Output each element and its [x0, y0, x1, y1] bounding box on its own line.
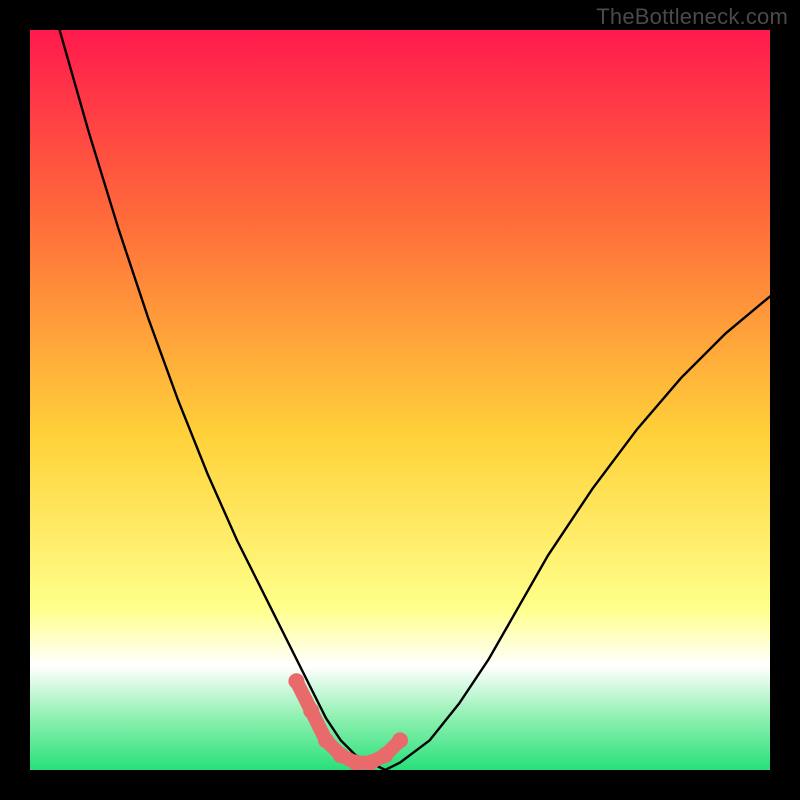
chart-container: TheBottleneck.com [0, 0, 800, 800]
watermark-text: TheBottleneck.com [596, 4, 788, 30]
gradient-background [30, 30, 770, 770]
min-marker-dot [318, 732, 334, 748]
min-marker-dot [362, 755, 378, 770]
min-marker-dot [333, 747, 349, 763]
min-marker-dot [303, 703, 319, 719]
min-marker-dot [392, 732, 408, 748]
plot-area [30, 30, 770, 770]
min-marker-dot [288, 673, 304, 689]
plot-svg [30, 30, 770, 770]
min-marker-dot [348, 755, 364, 770]
min-marker-dot [377, 747, 393, 763]
